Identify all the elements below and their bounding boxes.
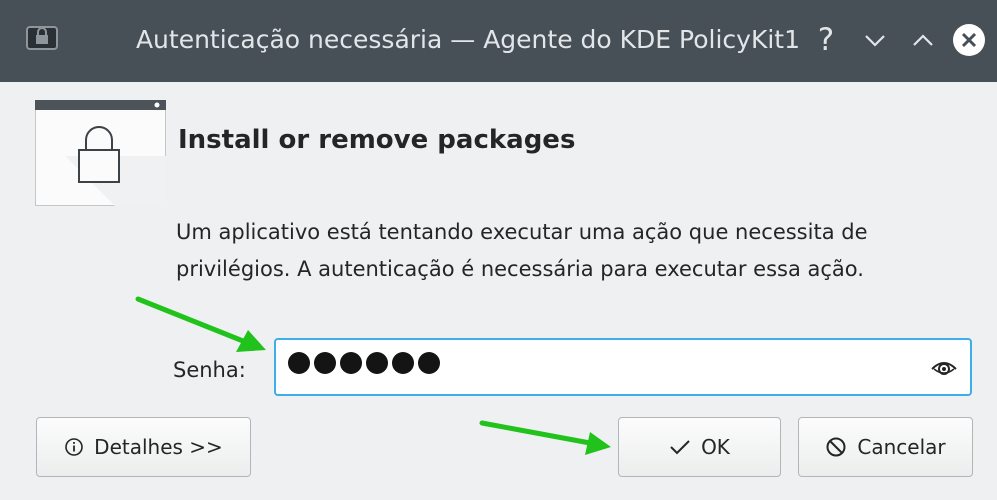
annotation-arrow-password xyxy=(135,296,266,352)
dialog-description: Um aplicativo está tentando executar uma… xyxy=(176,220,868,281)
password-input[interactable] xyxy=(274,338,972,396)
maximize-icon xyxy=(913,34,933,46)
ok-button-label: OK xyxy=(701,435,730,459)
password-mask-dot xyxy=(314,352,336,374)
eye-icon[interactable] xyxy=(930,356,958,380)
ok-button[interactable]: OK xyxy=(618,417,781,477)
close-icon xyxy=(953,24,985,56)
help-icon: ? xyxy=(817,22,835,58)
password-mask xyxy=(288,352,440,374)
annotation-arrow-ok xyxy=(479,420,611,455)
lock-window-icon xyxy=(35,100,166,206)
dialog-heading: Install or remove packages xyxy=(178,125,576,155)
window-title: Autenticação necessária — Agente do KDE … xyxy=(135,25,800,54)
minimize-icon xyxy=(865,35,885,47)
cancel-icon xyxy=(826,437,846,457)
info-icon xyxy=(65,438,83,456)
cancel-button-label: Cancelar xyxy=(857,435,946,459)
password-mask-dot xyxy=(392,352,414,374)
checkmark-icon xyxy=(670,440,690,455)
password-mask-dot xyxy=(366,352,388,374)
window-titlebar: Autenticação necessária — Agente do KDE … xyxy=(0,0,997,82)
minimize-button[interactable] xyxy=(857,22,893,58)
maximize-button[interactable] xyxy=(905,22,941,58)
cancel-button[interactable]: Cancelar xyxy=(798,417,973,477)
help-button[interactable]: ? xyxy=(808,22,844,58)
password-label: Senha: xyxy=(173,358,246,382)
details-button-label: Detalhes >> xyxy=(94,435,223,459)
details-button[interactable]: Detalhes >> xyxy=(36,417,251,477)
password-mask-dot xyxy=(288,352,310,374)
password-mask-dot xyxy=(340,352,362,374)
close-button[interactable] xyxy=(951,22,987,58)
password-mask-dot xyxy=(418,352,440,374)
